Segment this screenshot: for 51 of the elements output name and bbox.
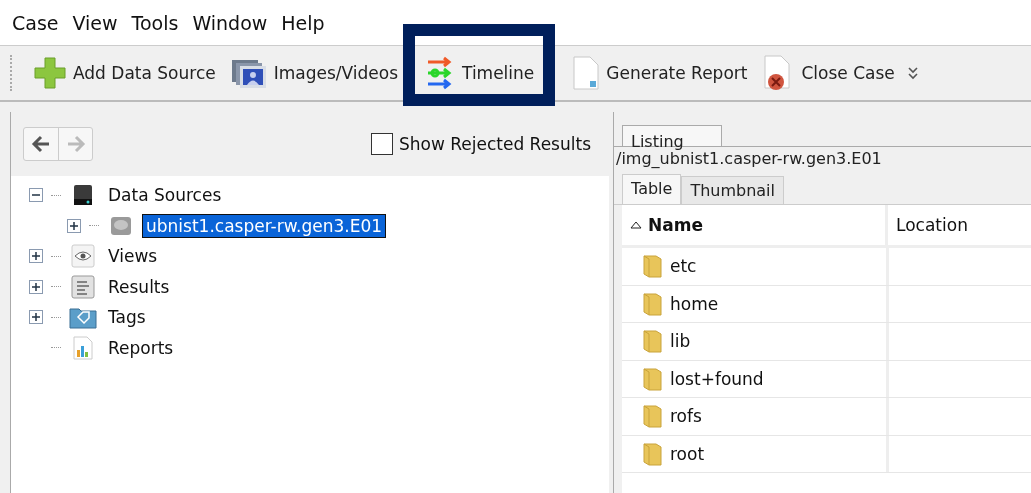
table-cell: home: [622, 285, 889, 322]
expand-toggle-icon[interactable]: [29, 249, 43, 264]
tree-item[interactable]: Data Sources: [105, 184, 225, 207]
column-header[interactable]: Location: [888, 205, 968, 245]
report-chart-icon: [72, 335, 94, 360]
menu-item[interactable]: Case: [12, 11, 59, 34]
tab[interactable]: Thumbnail: [681, 176, 784, 204]
table-cell: root: [622, 435, 889, 472]
menu-item[interactable]: Help: [281, 11, 325, 34]
document-list-icon: [71, 274, 95, 299]
menu-item[interactable]: Tools: [131, 11, 179, 34]
document-icon: [572, 55, 601, 91]
expand-toggle-icon[interactable]: [67, 218, 81, 233]
table-cell: etc: [622, 248, 889, 285]
plus-icon: [33, 56, 67, 90]
folder-icon: [642, 403, 664, 430]
toolbar-button[interactable]: Timeline: [422, 54, 539, 92]
table-cell: lib: [622, 323, 889, 360]
table-cell: lost+found: [622, 360, 889, 397]
tag-folder-icon: [69, 305, 97, 330]
eye-icon: [71, 244, 95, 269]
hard-drive-icon: [72, 183, 94, 208]
expand-toggle-icon[interactable]: [29, 310, 43, 325]
chevron-icon[interactable]: [906, 65, 919, 81]
toolbar-button[interactable]: Add Data Source: [29, 54, 220, 92]
tree-item[interactable]: Tags: [105, 306, 149, 329]
tree-item[interactable]: ubnist1.casper-rw.gen3.E01: [143, 214, 386, 237]
menu-item[interactable]: View: [72, 11, 118, 34]
table-cell: rofs: [622, 398, 889, 435]
tree-item[interactable]: Views: [105, 245, 161, 268]
folder-icon: [642, 440, 664, 467]
folder-icon: [642, 365, 664, 392]
toolbar-button[interactable]: Generate Report: [568, 53, 752, 93]
forward-arrow-icon: [65, 135, 86, 153]
folder-icon: [642, 290, 664, 317]
collapse-toggle-icon[interactable]: [29, 188, 43, 203]
expand-toggle-icon[interactable]: [29, 279, 43, 294]
sort-icon: [630, 221, 642, 229]
path-label: /img_ubnist1.casper-rw.gen3.E01: [615, 149, 883, 170]
checkbox[interactable]: [371, 133, 393, 155]
checkbox-label: Show Rejected Results: [399, 134, 591, 154]
toolbar-button[interactable]: Close Case: [757, 52, 899, 94]
folder-icon: [642, 253, 664, 280]
back-arrow-icon: [31, 135, 51, 153]
column-header[interactable]: Name: [622, 205, 888, 245]
tab[interactable]: Table: [622, 174, 682, 204]
tree-item[interactable]: Results: [105, 275, 173, 298]
folder-icon: [642, 328, 664, 355]
menu-item[interactable]: Window: [192, 11, 268, 34]
tree-item[interactable]: Reports: [105, 336, 177, 359]
toolbar-button[interactable]: Images/Videos: [225, 54, 402, 92]
